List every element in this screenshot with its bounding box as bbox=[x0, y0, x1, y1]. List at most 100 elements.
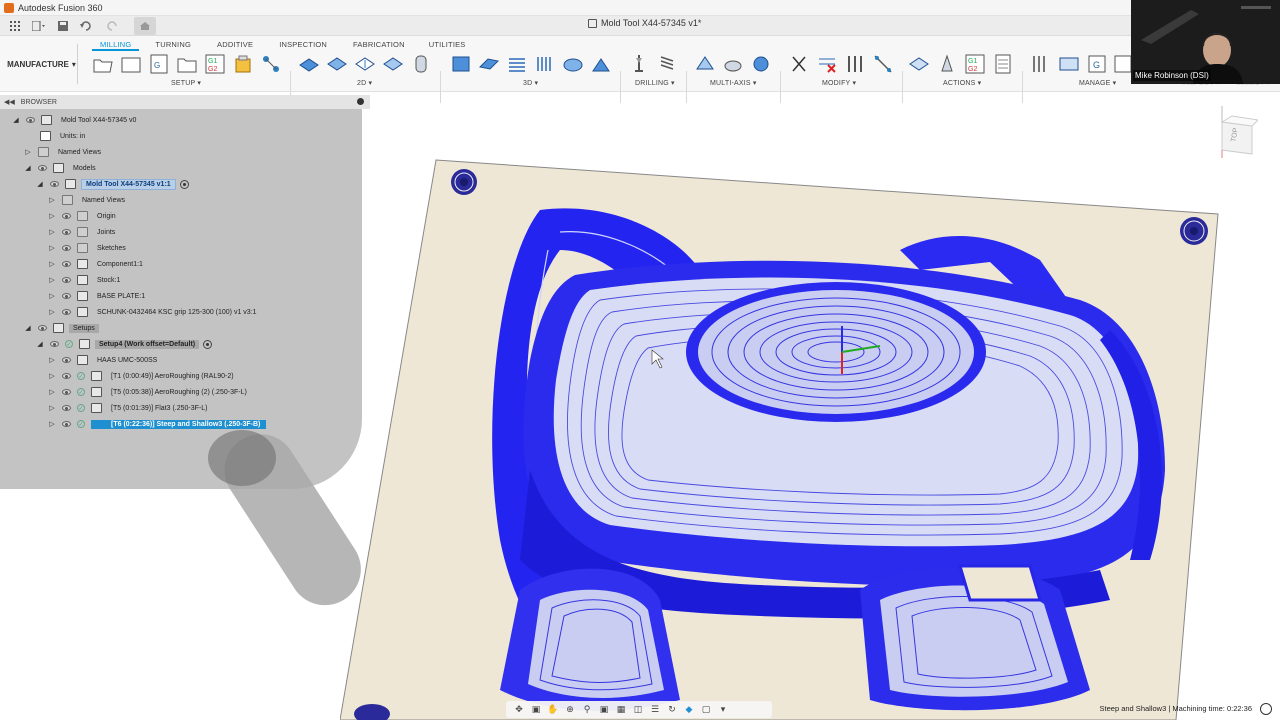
group-label-multi-axis[interactable]: MULTI-AXIS ▾ bbox=[710, 79, 757, 87]
tool-library-2-icon[interactable] bbox=[1030, 53, 1052, 75]
post-process-2-icon[interactable]: G1G2 bbox=[964, 53, 986, 75]
pan-icon[interactable]: ✋ bbox=[546, 704, 560, 716]
save-icon[interactable] bbox=[54, 18, 72, 34]
multi-axis-contour-icon[interactable] bbox=[750, 53, 772, 75]
collapsed-arrow-icon[interactable]: ▷ bbox=[48, 404, 56, 412]
setup-sheet-2-icon[interactable] bbox=[992, 53, 1014, 75]
tree-node-models[interactable]: ◢ Models bbox=[24, 161, 100, 175]
tree-node-setup[interactable]: ◢ ✓ Setup4 (Work offset=Default) bbox=[36, 337, 213, 351]
expanded-arrow-icon[interactable]: ◢ bbox=[24, 164, 32, 172]
tab-additive[interactable]: ADDITIVE bbox=[209, 38, 261, 51]
tree-node-operation[interactable]: ▷ ✓ [T5 (0:01:39)] Flat3 (.250-3F-L) bbox=[48, 401, 211, 415]
tab-milling[interactable]: MILLING bbox=[92, 38, 140, 51]
simulate-icon[interactable] bbox=[908, 53, 930, 75]
group-label-3d[interactable]: 3D ▾ bbox=[523, 79, 538, 87]
visibility-eye-icon[interactable] bbox=[62, 229, 71, 235]
fit-icon[interactable]: ⚲ bbox=[580, 704, 594, 716]
toolpath-display-icon[interactable]: ☰ bbox=[648, 704, 662, 716]
tool-library-icon[interactable] bbox=[844, 53, 866, 75]
tab-utilities[interactable]: UTILITIES bbox=[421, 38, 474, 51]
collapsed-arrow-icon[interactable]: ▷ bbox=[48, 228, 56, 236]
visibility-eye-icon[interactable] bbox=[50, 181, 59, 187]
visibility-eye-icon[interactable] bbox=[62, 405, 71, 411]
visibility-eye-icon[interactable] bbox=[62, 309, 71, 315]
tree-node-named-views[interactable]: ▷ Named Views bbox=[24, 145, 105, 159]
tree-node-units[interactable]: Units: in bbox=[40, 129, 89, 143]
bore-icon[interactable] bbox=[410, 53, 432, 75]
delete-toolpath-icon[interactable] bbox=[816, 53, 838, 75]
visibility-eye-icon[interactable] bbox=[62, 261, 71, 267]
drill-icon[interactable] bbox=[628, 53, 650, 75]
collapsed-arrow-icon[interactable]: ▷ bbox=[48, 196, 56, 204]
collapsed-arrow-icon[interactable]: ▷ bbox=[48, 356, 56, 364]
visibility-eye-icon[interactable] bbox=[62, 389, 71, 395]
visibility-eye-icon[interactable] bbox=[62, 213, 71, 219]
visibility-eye-icon[interactable] bbox=[62, 421, 71, 427]
machine-library-icon[interactable] bbox=[1058, 53, 1080, 75]
collapsed-arrow-icon[interactable]: ▷ bbox=[48, 276, 56, 284]
tree-node-model-child[interactable]: ▷ Component1:1 bbox=[48, 257, 147, 271]
collapse-browser-icon[interactable]: ◀◀ bbox=[4, 98, 15, 106]
grid-icon[interactable] bbox=[6, 18, 24, 34]
look-at-icon[interactable]: ▣ bbox=[529, 704, 543, 716]
home-icon[interactable] bbox=[134, 16, 156, 35]
group-label-2d[interactable]: 2D ▾ bbox=[357, 79, 372, 87]
group-label-setup[interactable]: SETUP ▾ bbox=[171, 79, 201, 87]
viewcube[interactable]: TOP bbox=[1218, 104, 1258, 160]
tree-node-model-child[interactable]: ▷ Joints bbox=[48, 225, 119, 239]
viewport-canvas[interactable] bbox=[340, 100, 1280, 720]
expanded-arrow-icon[interactable]: ◢ bbox=[24, 324, 32, 332]
tree-node-root[interactable]: ◢ Mold Tool X44-57345 v0 bbox=[12, 113, 140, 127]
collapsed-arrow-icon[interactable]: ▷ bbox=[48, 292, 56, 300]
stock-display-icon[interactable]: ◆ bbox=[682, 704, 696, 716]
tab-fabrication[interactable]: FABRICATION bbox=[345, 38, 413, 51]
tree-node-machine[interactable]: ▷ HAAS UMC-500SS bbox=[48, 353, 161, 367]
visibility-eye-icon[interactable] bbox=[62, 373, 71, 379]
collapsed-arrow-icon[interactable]: ▷ bbox=[48, 372, 56, 380]
viewports-icon[interactable]: ◫ bbox=[631, 704, 645, 716]
collapsed-arrow-icon[interactable]: ▷ bbox=[48, 420, 56, 428]
orbit-icon[interactable]: ✥ bbox=[512, 704, 526, 716]
camera-icon[interactable]: ▢ bbox=[699, 704, 713, 716]
contour-icon[interactable] bbox=[534, 53, 556, 75]
undo-icon[interactable] bbox=[78, 18, 96, 34]
collapsed-arrow-icon[interactable]: ▷ bbox=[48, 212, 56, 220]
face-icon[interactable] bbox=[354, 53, 376, 75]
2d-adaptive-icon[interactable] bbox=[298, 53, 320, 75]
document-tab[interactable]: Mold Tool X44-57345 v1* bbox=[588, 18, 701, 28]
open-folder-icon[interactable] bbox=[92, 53, 114, 75]
collapsed-arrow-icon[interactable]: ▷ bbox=[48, 244, 56, 252]
thread-icon[interactable] bbox=[656, 53, 678, 75]
refresh-icon[interactable]: ↻ bbox=[665, 704, 679, 716]
collapsed-arrow-icon[interactable]: ▷ bbox=[24, 148, 32, 156]
activate-target-icon[interactable] bbox=[179, 179, 189, 189]
folder-icon[interactable] bbox=[176, 53, 198, 75]
grid-settings-icon[interactable]: ▦ bbox=[614, 704, 628, 716]
visibility-eye-icon[interactable] bbox=[26, 117, 35, 123]
post-library-icon[interactable]: G bbox=[1086, 53, 1108, 75]
tree-node-setups[interactable]: ◢ Setups bbox=[24, 321, 99, 335]
browser-pin-icon[interactable] bbox=[357, 98, 364, 105]
setup-sheet-icon[interactable] bbox=[232, 53, 254, 75]
collapsed-arrow-icon[interactable]: ▷ bbox=[48, 308, 56, 316]
zoom-icon[interactable]: ⊕ bbox=[563, 704, 577, 716]
process-icon[interactable] bbox=[260, 53, 282, 75]
redo-icon[interactable] bbox=[102, 18, 120, 34]
tree-node-model-child[interactable]: ▷ Origin bbox=[48, 209, 120, 223]
3d-pocket-icon[interactable] bbox=[478, 53, 500, 75]
collapsed-arrow-icon[interactable]: ▷ bbox=[48, 260, 56, 268]
post-process-icon[interactable]: G1G2 bbox=[204, 53, 226, 75]
swarf-icon[interactable] bbox=[694, 53, 716, 75]
nc-program-icon[interactable]: G bbox=[148, 53, 170, 75]
group-label-modify[interactable]: MODIFY ▾ bbox=[822, 79, 856, 87]
expanded-arrow-icon[interactable]: ◢ bbox=[12, 116, 20, 124]
tree-node-operation[interactable]: ▷ ✓ [T5 (0:05:38)] AeroRoughing (2) (.25… bbox=[48, 385, 251, 399]
2d-contour-icon[interactable] bbox=[382, 53, 404, 75]
scallop-icon[interactable] bbox=[562, 53, 584, 75]
tree-node-operation[interactable]: ▷ ✓ [T1 (0:00:49)] AeroRoughing (RAL90-2… bbox=[48, 369, 238, 383]
expanded-arrow-icon[interactable]: ◢ bbox=[36, 180, 44, 188]
visibility-eye-icon[interactable] bbox=[50, 341, 59, 347]
rotary-icon[interactable] bbox=[722, 53, 744, 75]
visibility-eye-icon[interactable] bbox=[62, 277, 71, 283]
tree-node-operation-selected[interactable]: ▷ ✓ [T6 (0:22:36)] Steep and Shallow3 (.… bbox=[48, 417, 267, 431]
